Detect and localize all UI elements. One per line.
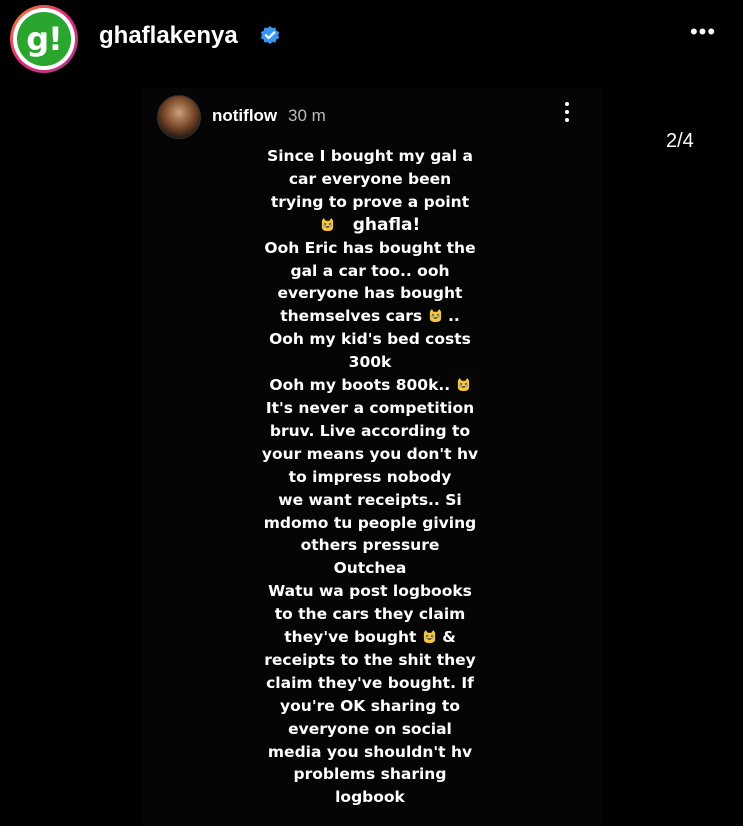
story-line-watermark: ghafla!: [230, 214, 510, 237]
story-line-suffix: &: [436, 628, 456, 647]
profile-username[interactable]: ghaflakenya: [99, 22, 238, 50]
verified-badge-icon: [260, 26, 280, 45]
story-line-with-emoji: they've bought &: [230, 626, 510, 649]
story-text-block: Since I bought my gal a car everyone bee…: [230, 145, 510, 809]
laughing-cat-emoji-icon: [457, 378, 469, 392]
profile-avatar[interactable]: g!: [10, 5, 78, 73]
story-line: logbook: [335, 788, 405, 807]
story-line-text: themselves cars: [280, 307, 423, 326]
carousel-page-counter: 2/4: [666, 130, 694, 152]
story-line: 300k: [348, 353, 392, 372]
laughing-cat-emoji-icon: [321, 217, 333, 231]
more-options-button[interactable]: •••: [683, 20, 723, 44]
avatar-border: g!: [13, 8, 75, 70]
story-line: Ooh Eric has bought the: [264, 238, 476, 257]
story-line: Watu wa post logbooks: [268, 582, 472, 601]
story-line-with-emoji: Ooh my boots 800k..: [230, 374, 510, 397]
story-line: your means you don't hv: [261, 444, 479, 463]
story-line: car everyone been: [288, 169, 452, 188]
story-line: others pressure: [300, 536, 440, 555]
story-line: to the cars they claim: [274, 605, 466, 624]
story-line: to impress nobody: [288, 467, 452, 486]
story-line: problems sharing: [293, 765, 447, 784]
ghafla-watermark: ghafla!: [352, 214, 421, 235]
story-line: Ooh my kid's bed costs: [269, 330, 471, 349]
story-line: everyone has bought: [277, 284, 463, 303]
story-line: media you shouldn't hv: [267, 742, 473, 761]
story-username: notiflow: [212, 106, 278, 125]
story-line: everyone on social: [288, 719, 452, 738]
story-more-options-icon: [558, 102, 576, 124]
laughing-cat-emoji-icon: [423, 629, 435, 644]
story-line: mdomo tu people giving: [263, 513, 477, 532]
story-timestamp: 30 m: [288, 106, 326, 125]
post-header: g! ghaflakenya •••: [0, 0, 743, 86]
story-line: we want receipts.. Si: [278, 490, 462, 509]
story-line: you're OK sharing to: [280, 696, 460, 715]
laughing-cat-emoji-icon: [429, 309, 441, 323]
story-line: It's never a competition: [265, 398, 475, 417]
story-line: bruv. Live according to: [269, 421, 471, 440]
story-line: Since I bought my gal a: [267, 147, 473, 165]
story-line: gal a car too.. ooh: [290, 261, 450, 280]
story-line-with-emoji: themselves cars ..: [230, 305, 510, 328]
story-line-text: they've bought: [284, 628, 417, 647]
story-line-suffix: ..: [442, 307, 460, 326]
story-line: receipts to the shit they: [264, 650, 476, 669]
story-user-avatar: [157, 95, 201, 139]
ghafla-logo: g!: [17, 12, 71, 66]
story-line: trying to prove a point: [270, 192, 470, 211]
story-line: claim they've bought. If: [266, 673, 474, 692]
story-line-text: Ooh my boots 800k..: [269, 376, 451, 395]
story-line: Outchea: [333, 559, 407, 578]
